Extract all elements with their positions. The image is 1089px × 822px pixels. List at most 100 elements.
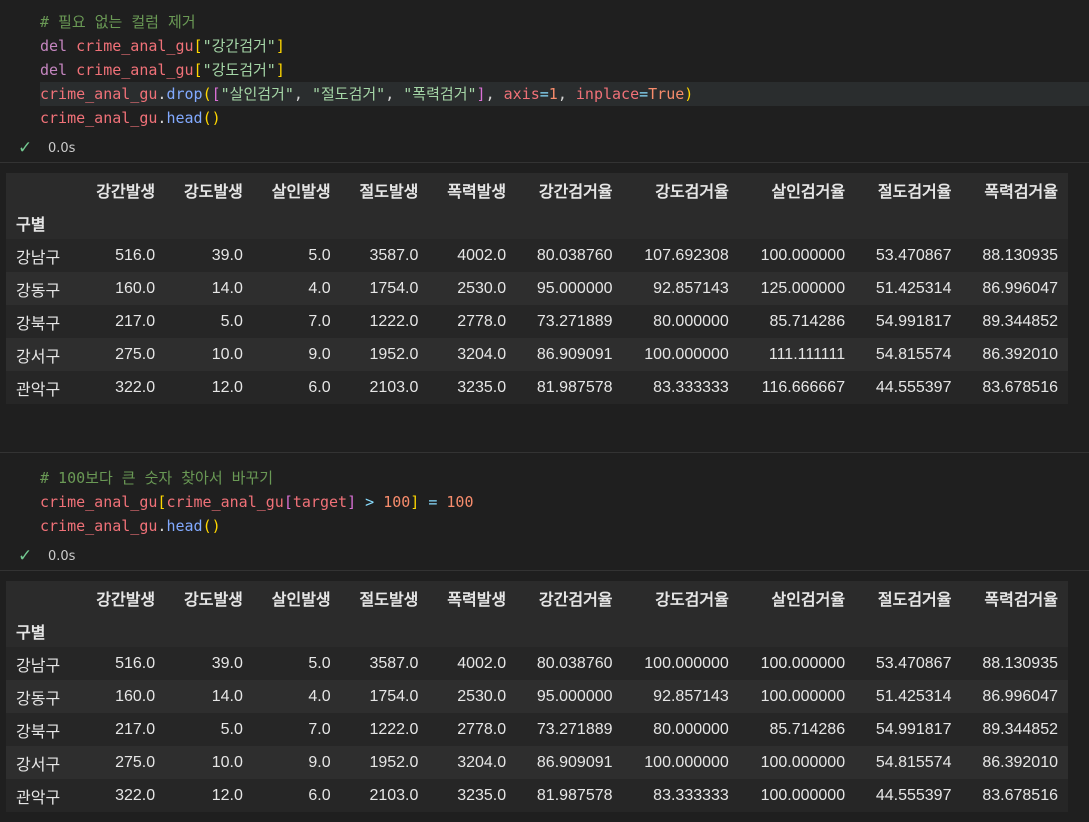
table-cell: 2103.0 [369,378,419,396]
table-cell: 54.991817 [875,312,952,330]
table-cell: 88.130935 [982,654,1058,672]
table-cell: 86.392010 [982,345,1058,363]
table-cell: 160.0 [115,687,156,705]
code-line: del crime_anal_gu["강간검거"] [40,37,285,55]
code-comment: # 필요 없는 컬럼 제거 [40,13,196,31]
table-cell: 5.0 [220,312,243,330]
table-cell: 275.0 [115,345,156,363]
table-cell: 160.0 [115,279,156,297]
table-cell: 6.0 [308,786,331,804]
code-line: del crime_anal_gu["강도검거"] [40,61,285,79]
table-row: 관악구 322.0 12.0 6.0 2103.0 3235.0 81.987578 83.3… [6,371,1068,404]
table-cell: 5.0 [220,720,243,738]
table-cell: 1222.0 [369,312,419,330]
table-cell: 10.0 [211,345,243,363]
code-line: crime_anal_gu.head() [40,517,221,535]
table-cell: 88.130935 [982,246,1058,264]
column-header: 살인발생 [271,183,331,201]
column-header: 강도발생 [184,183,243,201]
table-cell: 95.000000 [536,687,613,705]
divider [0,452,1089,453]
table-row: 강북구 217.0 5.0 7.0 1222.0 2778.0 73.271889 80.00… [6,305,1068,338]
table-row: 강남구 516.0 39.0 5.0 3587.0 4002.0 80.038760 107.… [6,239,1068,272]
table-cell: 86.996047 [982,687,1058,705]
code-cell-2[interactable]: # 100보다 큰 숫자 찾아서 바꾸기 crime_anal_gu[crime… [0,466,1089,538]
table-cell: 85.714286 [769,312,846,330]
check-icon: ✓ [18,138,33,158]
table-cell: 4002.0 [457,654,507,672]
column-header: 살인검거율 [771,183,846,201]
table-cell: 51.425314 [875,279,952,297]
table-cell: 2778.0 [457,312,507,330]
divider [0,570,1089,571]
table-cell: 217.0 [115,312,156,330]
index-header-row: 구별 [6,614,1068,647]
table-cell: 92.857143 [653,279,729,297]
table-cell: 107.692308 [644,246,729,264]
code-line: crime_anal_gu[crime_anal_gu[target] > 10… [40,493,474,511]
table-cell: 2778.0 [457,720,507,738]
table-cell: 54.991817 [875,720,952,738]
row-index: 관악구 [16,789,61,807]
row-index: 강남구 [16,249,61,267]
table-cell: 2103.0 [369,786,419,804]
table-cell: 86.392010 [982,753,1058,771]
row-index: 강동구 [16,282,61,300]
table-cell: 111.111111 [768,345,846,363]
column-header: 절도검거율 [877,591,952,609]
table-cell: 12.0 [211,786,243,804]
table-cell: 73.271889 [536,720,613,738]
table-cell: 7.0 [308,720,331,738]
column-header: 폭력발생 [447,591,507,609]
code-cell-1[interactable]: # 필요 없는 컬럼 제거 del crime_anal_gu["강간검거"] … [0,10,1089,130]
check-icon: ✓ [18,546,33,566]
table-cell: 53.470867 [875,246,952,264]
table-cell: 5.0 [308,246,331,264]
table-cell: 3587.0 [369,654,419,672]
table-cell: 54.815574 [875,345,952,363]
table-cell: 5.0 [308,654,331,672]
table-cell: 1754.0 [369,279,419,297]
table-cell: 7.0 [308,312,331,330]
table-cell: 39.0 [211,654,243,672]
table-cell: 83.678516 [982,378,1058,396]
table-cell: 125.000000 [760,279,846,297]
table-cell: 100.000000 [644,654,729,672]
execution-time: 0.0s [48,548,76,564]
table-cell: 9.0 [308,345,331,363]
table-cell: 89.344852 [982,720,1058,738]
column-header: 폭력검거율 [984,591,1058,609]
table-cell: 81.987578 [536,378,613,396]
index-header-row: 구별 [6,206,1068,239]
table-cell: 4.0 [308,279,331,297]
table-cell: 2530.0 [457,279,507,297]
table-cell: 1952.0 [369,345,419,363]
table-row: 관악구 322.0 12.0 6.0 2103.0 3235.0 81.987578 83.3… [6,779,1068,812]
table-cell: 275.0 [115,753,156,771]
table-cell: 4.0 [308,687,331,705]
table-cell: 100.000000 [760,786,846,804]
table-cell: 116.666667 [761,378,846,396]
table-cell: 39.0 [211,246,243,264]
row-index: 강북구 [16,723,61,741]
table-cell: 44.555397 [875,786,952,804]
row-index: 관악구 [16,381,61,399]
row-index: 강남구 [16,657,61,675]
table-row: 강서구 275.0 10.0 9.0 1952.0 3204.0 86.909091 100.… [6,746,1068,779]
index-name: 구별 [16,624,46,642]
table-cell: 95.000000 [536,279,613,297]
table-cell: 4002.0 [457,246,507,264]
table-cell: 44.555397 [875,378,952,396]
table-header-row: 강간발생 강도발생 살인발생 절도발생 폭력발생 강간검거율 강도검거율 살인검… [6,581,1068,614]
table-cell: 86.909091 [536,345,613,363]
table-cell: 9.0 [308,753,331,771]
table-cell: 54.815574 [875,753,952,771]
column-header: 강간검거율 [538,591,613,609]
table-cell: 1222.0 [369,720,419,738]
table-row: 강북구 217.0 5.0 7.0 1222.0 2778.0 73.271889 80.00… [6,713,1068,746]
table-cell: 86.909091 [536,753,613,771]
table-cell: 3587.0 [369,246,419,264]
table-cell: 100.000000 [644,345,729,363]
table-cell: 1754.0 [369,687,419,705]
table-header-row: 강간발생 강도발생 살인발생 절도발생 폭력발생 강간검거율 강도검거율 살인검… [6,173,1068,206]
